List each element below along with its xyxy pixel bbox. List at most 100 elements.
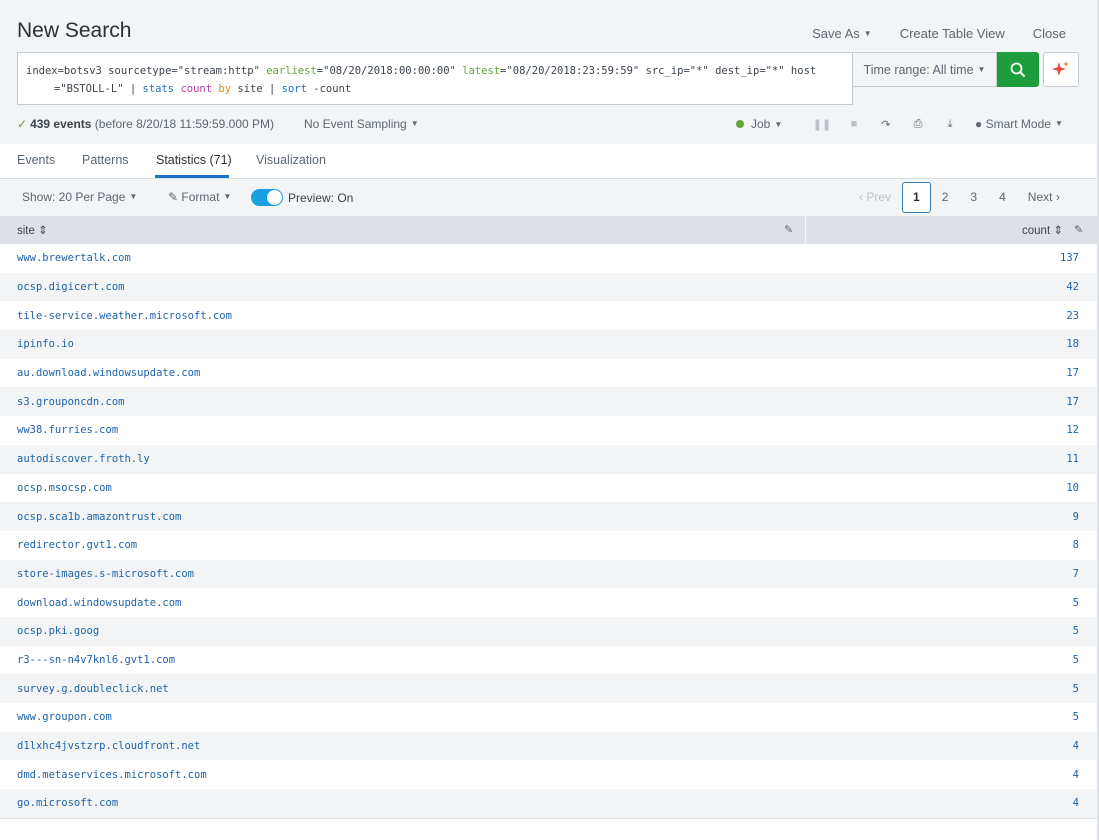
count-cell[interactable]: 8 — [1073, 539, 1079, 551]
count-cell[interactable]: 9 — [1073, 511, 1079, 523]
search-button[interactable] — [997, 52, 1039, 87]
job-menu[interactable]: Job ▼ — [736, 117, 782, 131]
count-cell[interactable]: 4 — [1073, 797, 1079, 809]
close-button[interactable]: Close — [1033, 26, 1066, 41]
site-cell[interactable]: www.groupon.com — [17, 711, 112, 723]
save-as-menu[interactable]: Save As ▼ — [812, 26, 872, 41]
site-cell[interactable]: survey.g.doubleclick.net — [17, 683, 169, 695]
count-cell[interactable]: 4 — [1073, 740, 1079, 752]
event-sampling-menu[interactable]: No Event Sampling ▼ — [304, 117, 419, 131]
site-cell[interactable]: dmd.metaservices.microsoft.com — [17, 769, 207, 781]
stop-icon[interactable]: ■ — [838, 118, 870, 131]
site-cell[interactable]: go.microsoft.com — [17, 797, 118, 809]
format-label: Format — [181, 190, 220, 204]
site-cell[interactable]: s3.grouponcdn.com — [17, 396, 124, 408]
header-actions: Save As ▼ Create Table View Close — [784, 26, 1066, 41]
edit-column-icon[interactable]: ✎ — [1074, 223, 1083, 236]
page-4-button[interactable]: 4 — [988, 183, 1017, 212]
search-mode-menu[interactable]: ● Smart Mode ▼ — [975, 117, 1063, 131]
search-header: New Search Save As ▼ Create Table View Cl… — [0, 0, 1099, 110]
site-cell[interactable]: ocsp.msocsp.com — [17, 482, 112, 494]
site-cell[interactable]: r3---sn-n4v7knl6.gvt1.com — [17, 654, 175, 666]
count-cell[interactable]: 4 — [1073, 769, 1079, 781]
count-cell[interactable]: 5 — [1073, 711, 1079, 723]
results-tabs: Events Patterns Statistics (71) Visualiz… — [0, 144, 1099, 179]
column-header-count[interactable]: count ⇕ — [1022, 223, 1063, 237]
caret-down-icon: ▼ — [410, 119, 419, 128]
count-cell[interactable]: 5 — [1073, 597, 1079, 609]
print-icon[interactable]: ⎙ — [902, 118, 934, 131]
count-cell[interactable]: 10 — [1066, 482, 1079, 494]
pause-icon[interactable]: ❚❚ — [806, 118, 838, 131]
site-cell[interactable]: ocsp.sca1b.amazontrust.com — [17, 511, 181, 523]
tab-visualization[interactable]: Visualization — [256, 153, 326, 167]
site-cell[interactable]: autodiscover.froth.ly — [17, 453, 150, 465]
tab-statistics[interactable]: Statistics (71) — [156, 153, 232, 167]
pagination: ‹ Prev 1 2 3 4 Next › — [848, 182, 1071, 213]
page-3-button[interactable]: 3 — [959, 183, 988, 212]
site-cell[interactable]: d1lxhc4jvstzrp.cloudfront.net — [17, 740, 200, 752]
caret-down-icon: ▼ — [977, 65, 986, 74]
caret-down-icon: ▼ — [774, 119, 783, 129]
count-cell[interactable]: 137 — [1060, 252, 1079, 264]
check-icon: ✓ — [17, 117, 28, 131]
query-modifier: latest — [462, 65, 501, 77]
tab-events[interactable]: Events — [17, 153, 55, 167]
search-icon — [1010, 62, 1026, 77]
create-table-view-button[interactable]: Create Table View — [900, 26, 1005, 41]
count-cell[interactable]: 5 — [1073, 654, 1079, 666]
table-row: d1lxhc4jvstzrp.cloudfront.net 4 — [0, 731, 1099, 761]
count-cell[interactable]: 42 — [1066, 281, 1079, 293]
time-range-picker[interactable]: Time range: All time ▼ — [853, 52, 997, 87]
lightbulb-icon: ● — [975, 117, 983, 131]
chevron-right-icon: › — [1055, 190, 1060, 204]
page-2-button[interactable]: 2 — [931, 183, 960, 212]
time-range-label: Time range: All time — [863, 62, 974, 77]
site-cell[interactable]: www.brewertalk.com — [17, 252, 131, 264]
site-cell[interactable]: au.download.windowsupdate.com — [17, 367, 200, 379]
preview-toggle[interactable] — [251, 189, 283, 206]
per-page-menu[interactable]: Show: 20 Per Page ▼ — [22, 190, 137, 204]
site-cell[interactable]: ipinfo.io — [17, 338, 74, 350]
count-cell[interactable]: 18 — [1066, 338, 1079, 350]
site-header-label: site — [17, 225, 35, 237]
site-cell[interactable]: ocsp.pki.goog — [17, 625, 99, 637]
count-cell[interactable]: 11 — [1066, 453, 1079, 465]
share-icon[interactable]: ↷ — [870, 118, 902, 131]
format-menu[interactable]: ✎ Format ▼ — [168, 190, 231, 204]
site-cell[interactable]: ww38.furries.com — [17, 424, 118, 436]
count-cell[interactable]: 5 — [1073, 683, 1079, 695]
count-cell[interactable]: 23 — [1066, 310, 1079, 322]
sort-icon: ⇕ — [38, 225, 48, 237]
column-header-site[interactable]: site ⇕ — [17, 223, 48, 237]
export-icon[interactable]: ⤓ — [934, 118, 966, 131]
count-cell[interactable]: 17 — [1066, 396, 1079, 408]
search-assistant-button[interactable] — [1043, 52, 1079, 87]
prev-page-button[interactable]: ‹ Prev — [848, 183, 902, 212]
edit-column-icon[interactable]: ✎ — [784, 223, 793, 236]
page-title: New Search — [17, 19, 132, 42]
count-cell[interactable]: 17 — [1066, 367, 1079, 379]
table-row: tile-service.weather.microsoft.com 23 — [0, 301, 1099, 331]
site-cell[interactable]: store-images.s-microsoft.com — [17, 568, 194, 580]
page-1-button[interactable]: 1 — [902, 182, 931, 213]
table-header: site ⇕ ✎ count ⇕ ✎ — [0, 216, 1099, 244]
next-page-button[interactable]: Next › — [1017, 183, 1071, 212]
tab-patterns[interactable]: Patterns — [82, 153, 129, 167]
table-row: ocsp.pki.goog 5 — [0, 616, 1099, 646]
next-label: Next — [1027, 190, 1053, 204]
site-cell[interactable]: redirector.gvt1.com — [17, 539, 137, 551]
site-cell[interactable]: tile-service.weather.microsoft.com — [17, 310, 232, 322]
count-cell[interactable]: 12 — [1066, 424, 1079, 436]
table-row: go.microsoft.com 4 — [0, 789, 1099, 818]
table-row: au.download.windowsupdate.com 17 — [0, 358, 1099, 388]
toggle-knob — [267, 190, 282, 205]
site-cell[interactable]: ocsp.digicert.com — [17, 281, 124, 293]
count-cell[interactable]: 7 — [1073, 568, 1079, 580]
site-cell[interactable]: download.windowsupdate.com — [17, 597, 181, 609]
job-label: Job — [751, 117, 771, 131]
count-cell[interactable]: 5 — [1073, 625, 1079, 637]
caret-down-icon: ▼ — [223, 192, 232, 201]
search-query-input[interactable]: index=botsv3 sourcetype="stream:http" ea… — [17, 52, 853, 105]
query-modifier: earliest — [266, 65, 317, 77]
